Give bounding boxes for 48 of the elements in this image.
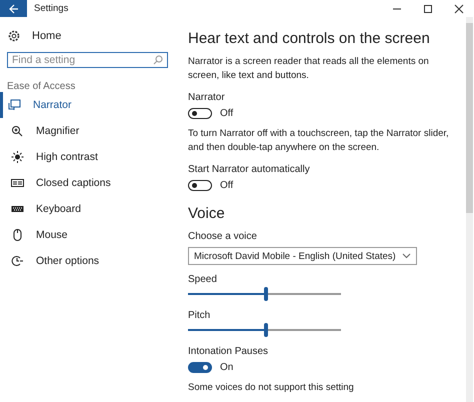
window-title: Settings <box>34 3 68 14</box>
back-button[interactable] <box>0 0 27 17</box>
group-label: Ease of Access <box>7 81 76 92</box>
toggle-state: Off <box>220 108 234 119</box>
monitor-icon <box>8 99 21 111</box>
nav-item[interactable]: Magnifier <box>0 118 180 144</box>
mouse-icon <box>11 229 24 241</box>
toggle-switch[interactable] <box>188 180 212 191</box>
toggle-state: Off <box>220 180 234 191</box>
setting-label: Start Narrator automatically <box>188 164 311 175</box>
setting-label: Intonation Pauses <box>188 346 270 357</box>
chevron-down-icon <box>402 253 411 259</box>
nav-item[interactable]: High contrast <box>0 144 180 170</box>
voice-dropdown[interactable]: Microsoft David Mobile - English (United States) <box>188 247 417 265</box>
gear-icon <box>8 30 20 42</box>
slider[interactable] <box>188 323 341 337</box>
section-heading: Voice <box>188 205 226 222</box>
setting-label: Choose a voice <box>188 231 258 242</box>
nav-item[interactable]: Narrator <box>0 92 180 118</box>
magnifier-icon <box>11 125 24 137</box>
setting-label: Narrator <box>188 92 226 103</box>
search-icon <box>153 55 163 65</box>
nav-item[interactable]: Mouse <box>0 222 180 248</box>
nav-item[interactable]: Other options <box>0 248 180 274</box>
setting-label: Speed <box>188 274 218 285</box>
setting-label: Pitch <box>188 310 212 321</box>
nav-item[interactable]: Keyboard <box>0 196 180 222</box>
toggle-switch[interactable] <box>188 362 212 373</box>
description-text: Narrator is a screen reader that reads all the elements on screen, like text and buttons. <box>188 55 430 83</box>
sun-icon <box>11 151 24 163</box>
section-heading: Hear text and controls on the screen <box>188 30 431 47</box>
search-field[interactable]: Find a setting <box>7 52 168 68</box>
slider-thumb[interactable] <box>264 323 268 337</box>
nav-item[interactable]: Closed captions <box>0 170 180 196</box>
slider-thumb[interactable] <box>264 287 268 301</box>
keyboard-icon <box>11 203 24 215</box>
maximize-icon[interactable] <box>423 4 433 14</box>
clock-arrow-icon <box>11 255 24 267</box>
captions-icon <box>11 177 24 189</box>
slider[interactable] <box>188 287 341 301</box>
description-text: Some voices do not support this setting <box>188 381 355 395</box>
toggle-switch[interactable] <box>188 108 212 119</box>
close-icon[interactable] <box>454 4 464 14</box>
scrollbar[interactable] <box>466 17 473 402</box>
description-text: To turn Narrator off with a touchscreen, tap the Narrator slider, and then double-tap anywhere on the screen. <box>188 127 450 155</box>
back-arrow-icon <box>8 4 18 14</box>
toggle-state: On <box>220 362 234 373</box>
home-link[interactable]: Home <box>32 30 62 42</box>
